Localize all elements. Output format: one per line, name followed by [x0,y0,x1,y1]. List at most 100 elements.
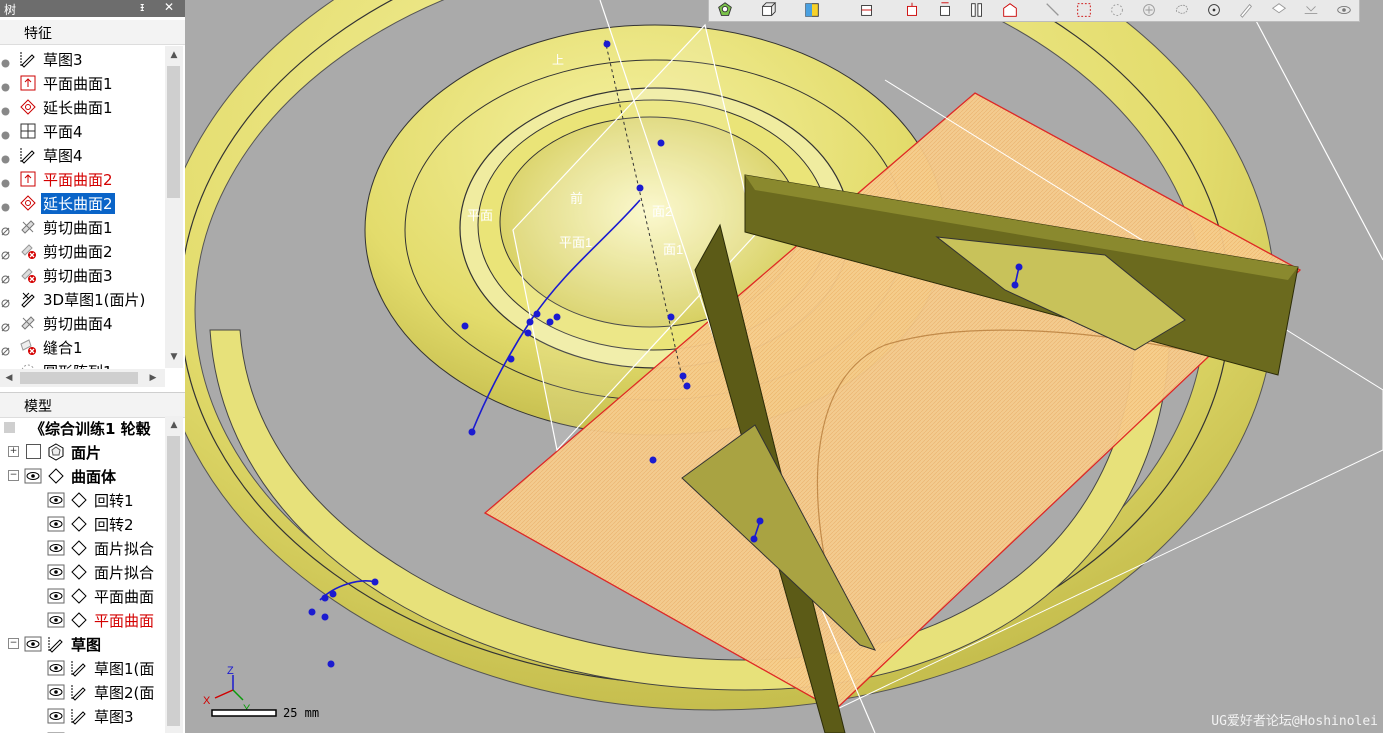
point-select-icon[interactable] [1204,1,1224,19]
feature-item[interactable]: 延长曲面2 [0,191,165,215]
visibility-icon[interactable] [1301,1,1321,19]
brush-select-icon[interactable] [1236,1,1256,19]
feature-state-icon[interactable] [1,150,10,164]
feature-state-icon[interactable] [1,126,10,140]
feature-item[interactable]: 3D草图1(面片) [0,287,165,311]
visibility-eye-icon[interactable] [47,683,65,705]
scroll-down-icon[interactable]: ▼ [165,348,183,366]
feature-item[interactable]: 草图4 [0,143,165,167]
visibility-eye-icon[interactable] [24,635,42,657]
front-view-icon[interactable] [902,1,922,19]
feature-item[interactable]: 平面曲面1 [0,71,165,95]
feature-state-icon[interactable] [1,270,10,284]
sketch-group-icon [47,635,65,657]
feature-state-icon[interactable] [1,198,10,212]
scroll-right-icon[interactable]: ▶ [144,369,162,387]
feature-item[interactable]: 剪切曲面3 [0,263,165,287]
feature-item[interactable]: 剪切曲面4 [0,311,165,335]
visibility-eye-icon[interactable] [47,611,65,633]
panel-title: 树 [4,3,17,17]
view-orient-icon[interactable] [715,1,735,19]
feature-state-icon[interactable] [1,246,10,260]
visibility-eye-icon[interactable] [47,515,65,537]
eye-icon[interactable] [1334,1,1354,19]
label-face-1: 面1 [663,242,683,257]
feature-item[interactable]: 缝合1 [0,335,165,359]
model-group[interactable]: − 曲面体 [0,464,165,488]
feature-state-icon[interactable] [1,102,10,116]
feature-vertical-scrollbar[interactable]: ▲ ▼ [165,46,183,368]
model-item[interactable]: 平面曲面 [0,608,165,632]
cube-view-icon[interactable] [758,1,778,19]
collapse-icon[interactable]: − [8,638,19,649]
surface-body-icon [70,587,88,609]
feature-state-icon[interactable] [1,294,10,308]
model-item[interactable]: 草图2(面 [0,680,165,704]
add-select-icon[interactable] [1139,1,1159,19]
section-view-icon[interactable] [857,1,877,19]
feature-item[interactable]: 剪切曲面1 [0,215,165,239]
model-group-label: 草图 [71,636,102,654]
3d-viewport[interactable]: 上 前 平面 平面1 面2 面1 Z X Y 25 mm UG爱好者论坛@Hos… [185,0,1383,733]
feature-state-icon[interactable] [1,174,10,188]
model-group[interactable]: − 草图 [0,632,165,656]
expand-icon[interactable]: + [8,446,19,457]
surface-body-icon [47,467,65,489]
feature-state-icon[interactable] [1,54,10,68]
face-select-icon[interactable] [1269,1,1289,19]
feature-item[interactable]: 剪切曲面2 [0,239,165,263]
render-mode-icon[interactable] [802,1,822,19]
feature-state-icon[interactable] [1,78,10,92]
circle-select-icon[interactable] [1107,1,1127,19]
model-scroll-thumb[interactable] [167,436,180,726]
h-scroll-thumb[interactable] [20,372,138,384]
visibility-eye-icon[interactable] [24,467,42,489]
model-root[interactable]: 《综合训练1 轮毂 [0,416,165,440]
model-item[interactable]: 草图4 [0,728,165,733]
root-checkbox[interactable] [4,422,15,433]
close-icon[interactable]: ✕ [164,0,174,14]
model-scroll-up-icon[interactable]: ▲ [165,416,183,434]
visibility-eye-icon[interactable] [47,587,65,609]
scroll-up-icon[interactable]: ▲ [165,46,183,64]
model-item[interactable]: 回转1 [0,488,165,512]
left-view-icon[interactable] [1000,1,1020,19]
model-item[interactable]: 面片拟合 [0,536,165,560]
extend-surface-icon [19,98,37,116]
visibility-eye-icon[interactable] [47,563,65,585]
model-item[interactable]: 草图1(面 [0,656,165,680]
visibility-eye-icon[interactable] [47,491,65,513]
label-top-plane: 上 [552,53,564,67]
right-view-icon[interactable] [967,1,987,19]
line-select-icon[interactable] [1043,1,1063,19]
visibility-eye-icon[interactable] [47,539,65,561]
back-view-icon[interactable] [935,1,955,19]
scroll-thumb[interactable] [167,66,180,198]
model-item[interactable]: 面片拟合 [0,560,165,584]
model-vertical-scrollbar[interactable]: ▲ [165,416,183,733]
feature-item[interactable]: 草图3 [0,47,165,71]
feature-item-label: 平面4 [43,123,83,141]
3d-scene[interactable]: 上 前 平面 平面1 面2 面1 Z X Y [185,0,1383,733]
model-item[interactable]: 平面曲面 [0,584,165,608]
visibility-eye-icon[interactable] [47,707,65,729]
model-group[interactable]: + 面片 [0,440,165,464]
feature-state-icon[interactable] [1,342,10,356]
collapse-icon[interactable]: − [8,470,19,481]
visibility-checkbox[interactable] [26,444,41,459]
feature-item-label: 平面曲面2 [43,171,113,189]
visibility-eye-icon[interactable] [47,659,65,681]
feature-horizontal-scrollbar[interactable]: ◀ ▶ [0,369,165,387]
pin-icon[interactable]: ᵻ [140,0,144,14]
feature-item[interactable]: 平面4 [0,119,165,143]
feature-state-icon[interactable] [1,222,10,236]
feature-state-icon[interactable] [1,318,10,332]
rect-select-icon[interactable] [1074,1,1094,19]
scroll-left-icon[interactable]: ◀ [0,369,18,387]
lasso-select-icon[interactable] [1172,1,1192,19]
feature-item[interactable]: 延长曲面1 [0,95,165,119]
feature-item[interactable]: 平面曲面2 [0,167,165,191]
trim-surface-error-icon [19,266,37,284]
model-item[interactable]: 草图3 [0,704,165,728]
model-item[interactable]: 回转2 [0,512,165,536]
